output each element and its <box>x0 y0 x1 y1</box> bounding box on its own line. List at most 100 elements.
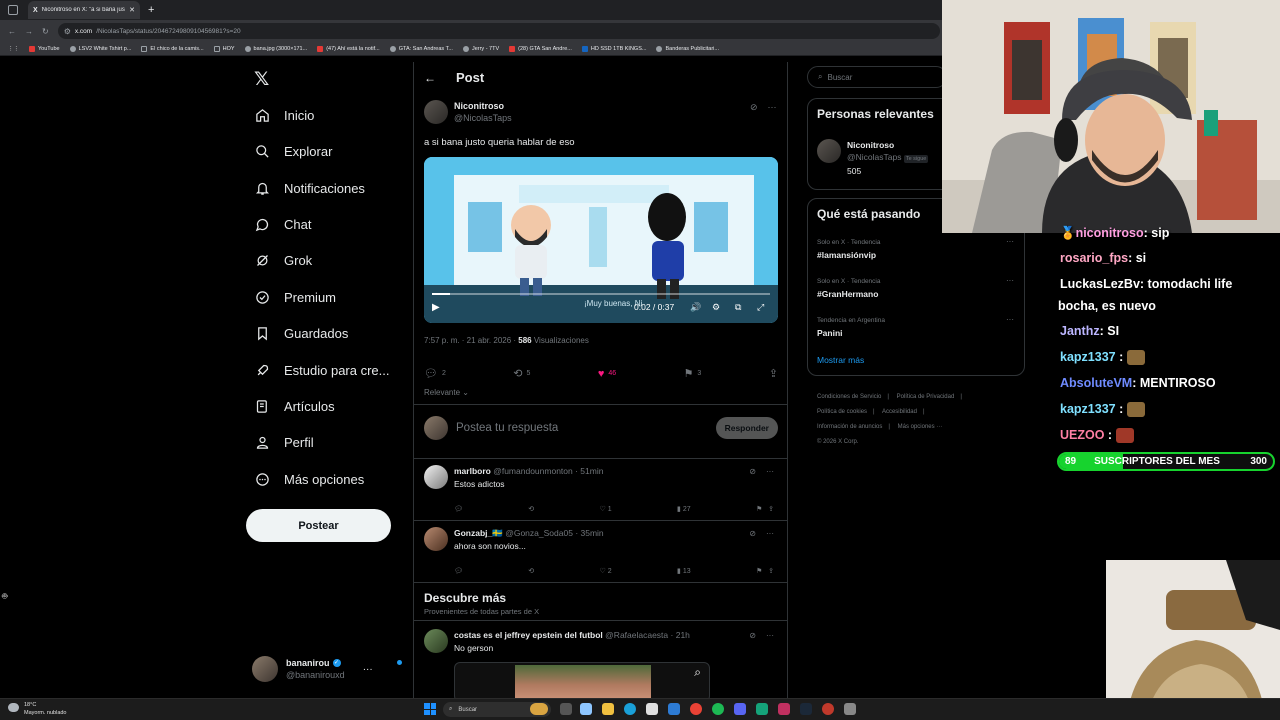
grok-icon[interactable]: ⊘ <box>749 631 756 640</box>
more-icon[interactable]: ··· <box>766 529 774 538</box>
list-item[interactable]: marlboro @fumandounmonton · 51min Estos … <box>424 465 778 513</box>
back-icon[interactable]: ← <box>8 27 16 36</box>
post-author[interactable]: Niconitroso @NicolasTaps <box>424 100 512 124</box>
reply-button[interactable]: 💬︎ 2 <box>424 367 446 380</box>
person-card[interactable]: Niconitroso @NicolasTaps Te sigue 505 <box>817 139 929 177</box>
nav-premium[interactable]: Premium <box>254 285 336 309</box>
nav-home[interactable]: Inicio <box>254 103 314 127</box>
mail-icon[interactable] <box>668 703 680 715</box>
footer-link[interactable]: Accesibilidad <box>882 409 917 415</box>
list-item[interactable]: Gonzabj_🇸🇪 @Gonza_Soda05 · 35min ahora s… <box>424 527 778 575</box>
bookmark-hoy[interactable]: HOY <box>213 45 235 52</box>
footer-link[interactable]: Política de cookies <box>817 409 867 415</box>
forward-icon[interactable]: → <box>25 27 33 36</box>
video-progress-bar[interactable] <box>432 293 770 295</box>
like-button[interactable]: ♡ 2 <box>600 567 612 575</box>
url-field[interactable]: ⚙ x.com/NicolasTaps/status/2046724980910… <box>57 23 940 39</box>
more-icon[interactable]: ··· <box>766 631 774 640</box>
bookmark-icon[interactable]: ⚑ ⇪ <box>756 505 774 513</box>
repost-icon[interactable]: ⟲ <box>528 505 534 513</box>
volume-icon[interactable]: 🔊 <box>690 302 701 313</box>
bookmark-lsv2[interactable]: LSV2 White Tshirt p... <box>69 45 131 52</box>
footer-link[interactable]: Política de Privacidad <box>897 394 955 400</box>
settings-icon[interactable] <box>844 703 856 715</box>
share-button[interactable]: ⇪ <box>769 367 778 380</box>
windows-start-icon[interactable] <box>424 703 436 715</box>
repost-icon[interactable]: ⟲ <box>528 567 534 575</box>
close-tab-icon[interactable]: ✕ <box>129 6 135 14</box>
fullscreen-icon[interactable]: ⤢ <box>757 302 764 313</box>
views-button[interactable]: ▮ 27 <box>677 505 691 513</box>
nav-more-options[interactable]: Más opciones <box>254 467 364 491</box>
reply-input[interactable]: Postea tu respuesta <box>456 422 708 434</box>
bookmark-jerry[interactable]: Jerry - 7TV <box>462 45 499 52</box>
play-icon[interactable]: ▶ <box>432 302 440 313</box>
bookmark-banderas[interactable]: Banderas Publicitari... <box>656 45 719 52</box>
chrome-icon[interactable] <box>690 703 702 715</box>
store-icon[interactable] <box>646 703 658 715</box>
grok-icon[interactable]: ⊘ <box>750 102 758 113</box>
reply-icon[interactable]: 💬︎ <box>454 505 463 513</box>
grok-icon[interactable]: ⊘ <box>749 529 756 538</box>
window-menu-icon[interactable] <box>8 5 18 15</box>
task-view-icon[interactable] <box>560 703 572 715</box>
reply-submit-button[interactable]: Responder <box>715 417 778 439</box>
more-icon[interactable]: ··· <box>1006 276 1014 285</box>
nav-explore[interactable]: Explorar <box>254 139 332 163</box>
nav-articles[interactable]: Artículos <box>254 394 335 418</box>
bookmark-gta2[interactable]: (28) GTA San Andre... <box>509 45 572 52</box>
more-icon[interactable]: ··· <box>363 664 373 675</box>
search-icon[interactable]: ⌕ <box>694 665 701 680</box>
pip-icon[interactable]: ⧉ <box>735 302 741 313</box>
more-icon[interactable]: ··· <box>1006 237 1014 246</box>
discord-icon[interactable] <box>734 703 746 715</box>
steam-icon[interactable] <box>800 703 812 715</box>
app-icon[interactable] <box>756 703 768 715</box>
settings-icon[interactable]: ⚙ <box>712 302 720 313</box>
bookmark-youtube[interactable]: YouTube <box>29 45 60 52</box>
edge-icon[interactable] <box>624 703 636 715</box>
sort-replies-dropdown[interactable]: Relevante ⌄ <box>424 388 469 397</box>
bookmark-gta[interactable]: GTA: San Andreas T... <box>389 45 453 52</box>
nav-creator-studio[interactable]: Estudio para cre... <box>254 358 390 382</box>
repost-button[interactable]: ⟲ 5 <box>513 367 530 380</box>
photos-icon[interactable] <box>580 703 592 715</box>
footer-link[interactable]: Condiciones de Servicio <box>817 394 881 400</box>
grok-icon[interactable]: ⊘ <box>749 467 756 476</box>
trend-item[interactable]: Solo en X · Tendencia #GranHermano <box>817 276 880 300</box>
nav-grok[interactable]: Grok <box>254 248 312 272</box>
app-icon[interactable] <box>778 703 790 715</box>
nav-notifications[interactable]: Notificaciones <box>254 176 365 200</box>
more-icon[interactable]: ··· <box>768 102 777 113</box>
back-arrow-icon[interactable]: ← <box>424 71 436 85</box>
bookmark-notif[interactable]: (47) Ahí está la notif... <box>317 45 380 52</box>
footer-link[interactable]: Más opciones ··· <box>898 424 943 430</box>
more-icon[interactable]: ··· <box>1006 315 1014 324</box>
bookmark-icon[interactable]: ⚑ ⇪ <box>756 567 774 575</box>
reload-icon[interactable]: ↻ <box>42 27 49 36</box>
search-input[interactable]: ⌕ Buscar <box>807 66 947 88</box>
like-button[interactable]: ♡ 1 <box>600 505 612 513</box>
nav-bookmarks[interactable]: Guardados <box>254 321 348 345</box>
x-logo-icon[interactable]: 𝕏 <box>254 68 269 90</box>
video-player[interactable]: ▶ ¡Muy buenas, Ni 0:02 / 0:37 🔊 ⚙ ⧉ ⤢ <box>424 157 778 323</box>
post-image[interactable]: ⌕ <box>454 662 710 702</box>
file-explorer-icon[interactable] <box>602 703 614 715</box>
views-button[interactable]: ▮ 13 <box>677 567 691 575</box>
bookmark-button[interactable]: ⚑ 3 <box>684 367 702 380</box>
trend-item[interactable]: Tendencia en Argentina Panini <box>817 315 885 339</box>
reply-icon[interactable]: 💬︎ <box>454 567 463 575</box>
trend-item[interactable]: Solo en X · Tendencia #lamansiónvip <box>817 237 880 261</box>
nav-chat[interactable]: Chat <box>254 212 311 236</box>
apps-icon[interactable]: ⋮⋮ <box>8 46 19 52</box>
site-info-icon[interactable]: ⚙ <box>64 27 71 36</box>
bookmark-ssd[interactable]: HD SSD 1TB KINGS... <box>581 45 646 52</box>
list-item[interactable]: costas es el jeffrey epstein del futbol … <box>424 629 778 655</box>
search-highlight-icon[interactable] <box>530 703 548 715</box>
new-tab-icon[interactable]: + <box>148 4 154 16</box>
footer-link[interactable]: Información de anuncios <box>817 424 882 430</box>
post-button[interactable]: Postear <box>246 509 391 542</box>
obs-icon[interactable] <box>822 703 834 715</box>
nav-profile[interactable]: Perfil <box>254 430 314 454</box>
weather-widget[interactable]: 18°C Mayorm. nublado <box>8 701 67 717</box>
